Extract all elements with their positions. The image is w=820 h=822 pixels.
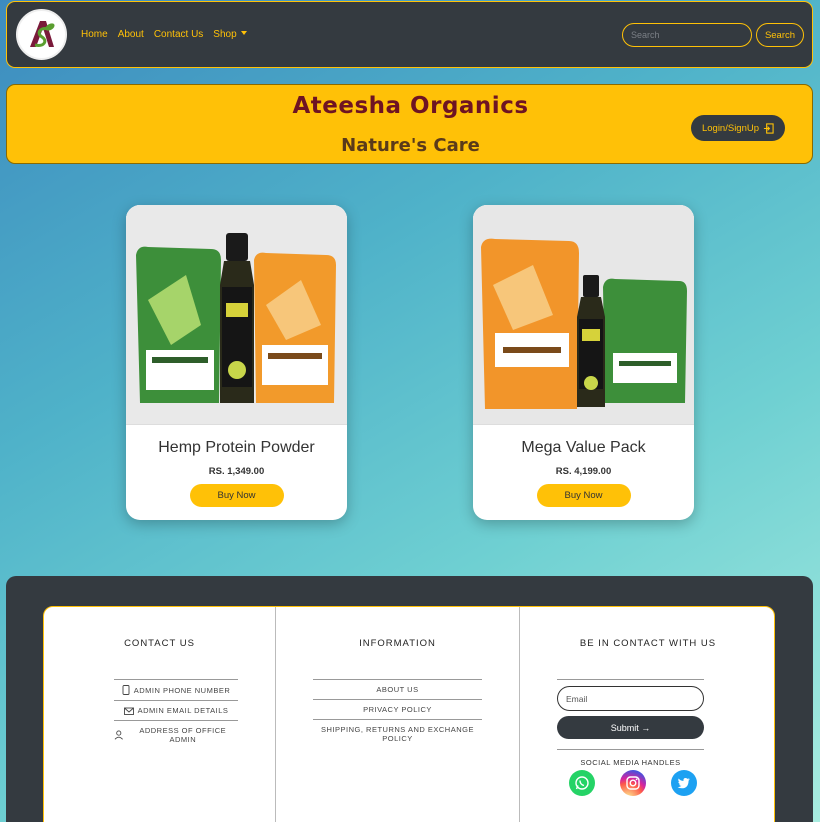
- arrow-right-icon: →: [641, 722, 651, 733]
- product-photo: [473, 205, 694, 424]
- footer-contact-column: CONTACT US ADMIN PHONE NUMBER ADMIN EMAI…: [44, 607, 276, 822]
- footer-address-link[interactable]: ADDRESS OF OFFICE ADMIN: [114, 720, 238, 749]
- footer-address-label: ADDRESS OF OFFICE ADMIN: [139, 726, 227, 744]
- footer-connect-column: BE IN CONTACT WITH US Submit → SOCIAL ME…: [520, 607, 776, 822]
- footer-panel: CONTACT US ADMIN PHONE NUMBER ADMIN EMAI…: [43, 606, 775, 822]
- twitter-icon[interactable]: [671, 770, 697, 796]
- search-button[interactable]: Search: [756, 23, 804, 47]
- product-photo: [126, 205, 347, 424]
- footer-information-list: ABOUT US PRIVACY POLICY SHIPPING, RETURN…: [276, 679, 519, 748]
- whatsapp-icon[interactable]: [569, 770, 595, 796]
- navbar: Home About Contact Us Shop Search: [6, 1, 813, 68]
- product-image[interactable]: [473, 205, 694, 425]
- product-card[interactable]: Hemp Protein Powder RS. 1,349.00 Buy Now: [126, 205, 347, 520]
- login-icon: [763, 122, 774, 134]
- buy-now-button[interactable]: Buy Now: [536, 484, 631, 507]
- footer-contact-list: ADMIN PHONE NUMBER ADMIN EMAIL DETAILS A…: [44, 679, 275, 749]
- logo-icon: [29, 20, 55, 47]
- twitter-glyph: [677, 778, 690, 789]
- footer-phone-link[interactable]: ADMIN PHONE NUMBER: [114, 679, 238, 700]
- nav-home[interactable]: Home: [81, 29, 108, 40]
- nav-about[interactable]: About: [118, 29, 144, 40]
- footer-email-label: ADMIN EMAIL DETAILS: [137, 706, 229, 715]
- phone-icon: [122, 685, 130, 695]
- footer: CONTACT US ADMIN PHONE NUMBER ADMIN EMAI…: [6, 576, 813, 822]
- hero-banner: Ateesha Organics Nature's Care Login/Sig…: [6, 84, 813, 164]
- submit-label: Submit: [610, 722, 639, 733]
- hero-subtitle: Nature's Care: [341, 135, 480, 156]
- footer-divider: [557, 749, 704, 750]
- search-input[interactable]: [622, 23, 752, 47]
- login-label: Login/SignUp: [701, 122, 760, 134]
- nav-links: Home About Contact Us Shop: [81, 29, 247, 40]
- product-image[interactable]: [126, 205, 347, 425]
- hero-title: Ateesha Organics: [292, 93, 529, 119]
- whatsapp-glyph: [575, 776, 589, 790]
- footer-divider: [557, 679, 704, 680]
- footer-phone-label: ADMIN PHONE NUMBER: [133, 685, 231, 695]
- footer-information-heading: INFORMATION: [359, 638, 436, 649]
- person-icon: [114, 730, 123, 740]
- newsletter-email-input[interactable]: [557, 686, 704, 711]
- login-signup-button[interactable]: Login/SignUp: [691, 115, 785, 141]
- product-card[interactable]: Mega Value Pack RS. 4,199.00 Buy Now: [473, 205, 694, 520]
- footer-information-column: INFORMATION ABOUT US PRIVACY POLICY SHIP…: [276, 607, 520, 822]
- product-price: RS. 1,349.00: [208, 466, 265, 477]
- footer-shipping-link[interactable]: SHIPPING, RETURNS AND EXCHANGE POLICY: [313, 719, 482, 748]
- footer-email-link[interactable]: ADMIN EMAIL DETAILS: [114, 700, 238, 720]
- footer-privacy-link[interactable]: PRIVACY POLICY: [313, 699, 482, 719]
- instagram-glyph: [626, 776, 640, 790]
- footer-about-link[interactable]: ABOUT US: [313, 679, 482, 699]
- buy-now-button[interactable]: Buy Now: [189, 484, 284, 507]
- nav-shop-label: Shop: [213, 29, 237, 40]
- social-media-label: SOCIAL MEDIA HANDLES: [580, 758, 681, 767]
- product-name: Mega Value Pack: [521, 439, 646, 456]
- brand-logo[interactable]: [16, 9, 67, 60]
- product-name: Hemp Protein Powder: [158, 439, 315, 456]
- instagram-icon[interactable]: [620, 770, 646, 796]
- nav-shop[interactable]: Shop: [213, 29, 247, 40]
- product-price: RS. 4,199.00: [555, 466, 612, 477]
- envelope-icon: [123, 707, 134, 715]
- footer-connect-heading: BE IN CONTACT WITH US: [579, 638, 717, 649]
- chevron-down-icon: [240, 31, 247, 35]
- newsletter-submit-button[interactable]: Submit →: [557, 716, 704, 739]
- footer-contact-heading: CONTACT US: [124, 638, 195, 649]
- nav-contact[interactable]: Contact Us: [154, 29, 203, 40]
